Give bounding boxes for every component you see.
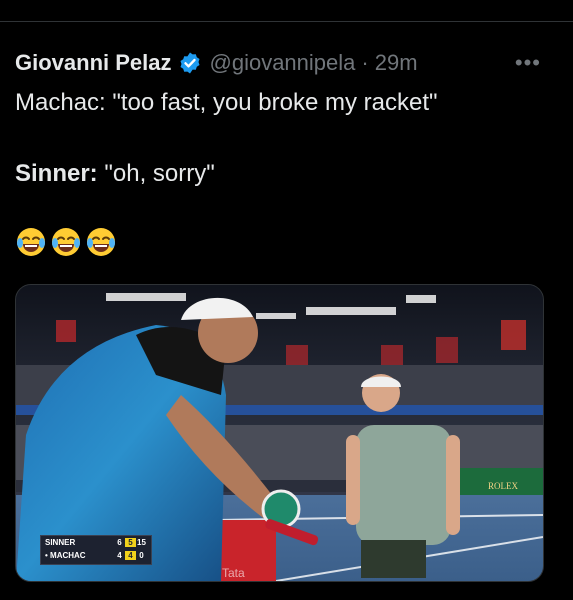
divider-line (0, 21, 573, 22)
score-set1: 6 (117, 538, 122, 547)
more-options-icon[interactable]: ••• (515, 50, 541, 76)
score-set2: 5 (125, 538, 136, 547)
separator-dot: · (361, 50, 369, 75)
author-handle[interactable]: @giovannipela (210, 50, 356, 76)
score-row-machac: • MACHAC 4 4 0 (41, 549, 151, 562)
tweet-line-1: Machac: "too fast, you broke my racket" (15, 89, 438, 116)
verified-badge-icon (180, 52, 199, 74)
rolex-banner-text: ROLEX (488, 481, 518, 491)
scoreboard: SINNER 6 5 15 • MACHAC 4 4 0 (40, 535, 152, 565)
author-name[interactable]: Giovanni Pelaz (15, 50, 172, 76)
tweet-header: Giovanni Pelaz @giovannipela · 29m (15, 48, 418, 78)
score-game: 15 (137, 538, 146, 547)
speaker-name: Sinner: (15, 160, 98, 187)
tweet-line-2: Sinner: "oh, sorry" (15, 160, 215, 188)
banner-small-text: Tata (222, 566, 245, 580)
face-with-tears-of-joy-icon (17, 228, 45, 256)
score-player: SINNER (45, 538, 76, 547)
quote-text: "oh, sorry" (97, 160, 215, 187)
score-set2: 4 (125, 551, 136, 560)
score-set1: 4 (117, 551, 122, 560)
face-with-tears-of-joy-icon (52, 228, 80, 256)
score-game: 0 (139, 551, 144, 560)
face-with-tears-of-joy-icon (87, 228, 115, 256)
score-player: • MACHAC (45, 551, 86, 560)
emoji-row (15, 226, 117, 258)
score-row-sinner: SINNER 6 5 15 (41, 536, 151, 549)
post-time[interactable]: 29m (375, 50, 418, 76)
